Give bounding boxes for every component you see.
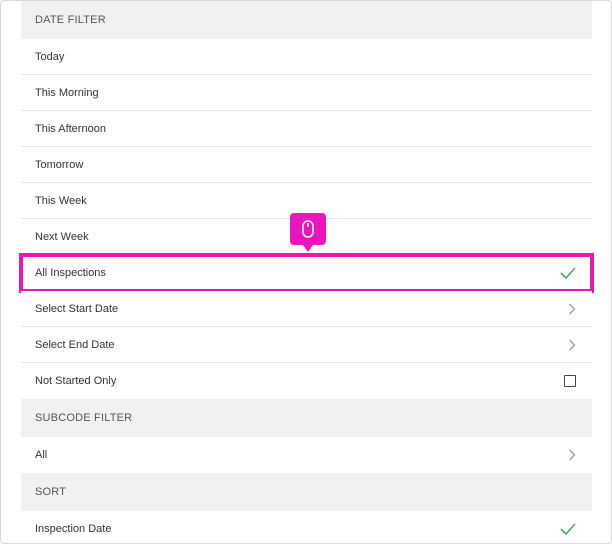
checkmark-icon [560, 266, 576, 279]
filter-list: DATE FILTER Today This Morning This Afte… [19, 1, 594, 543]
subcode-filter-header: SUBCODE FILTER [21, 399, 592, 437]
mouse-icon [290, 213, 326, 252]
option-label: Not Started Only [35, 375, 117, 387]
filter-option-today[interactable]: Today [21, 39, 592, 75]
date-filter-header: DATE FILTER [21, 1, 592, 39]
sort-header: SORT [21, 473, 592, 511]
filter-panel: DATE FILTER Today This Morning This Afte… [0, 0, 612, 544]
option-label: All Inspections [35, 266, 106, 279]
option-label: Select End Date [35, 338, 115, 351]
filter-option-not-started-only[interactable]: Not Started Only [21, 363, 592, 399]
chevron-right-icon [568, 449, 576, 461]
filter-option-this-afternoon[interactable]: This Afternoon [21, 111, 592, 147]
filter-option-all-inspections[interactable]: All Inspections [19, 253, 594, 293]
chevron-right-icon [568, 303, 576, 315]
section-title: DATE FILTER [35, 14, 106, 26]
section-title: SUBCODE FILTER [35, 412, 133, 424]
filter-option-select-end-date[interactable]: Select End Date [21, 327, 592, 363]
filter-option-tomorrow[interactable]: Tomorrow [21, 147, 592, 183]
option-label: Today [35, 50, 65, 63]
checkmark-icon [560, 523, 576, 535]
option-label: Next Week [35, 230, 89, 243]
chevron-right-icon [568, 339, 576, 351]
option-label: Tomorrow [35, 158, 84, 171]
subcode-option-all[interactable]: All [21, 437, 592, 473]
option-label: All [35, 449, 48, 461]
filter-option-this-morning[interactable]: This Morning [21, 75, 592, 111]
sort-option-inspection-date[interactable]: Inspection Date [21, 511, 592, 543]
checkbox-icon[interactable] [564, 375, 576, 387]
option-label: This Week [35, 194, 87, 207]
option-label: This Morning [35, 86, 99, 99]
option-label: Select Start Date [35, 302, 119, 315]
filter-option-select-start-date[interactable]: Select Start Date [21, 291, 592, 327]
option-label: Inspection Date [35, 523, 112, 535]
option-label: This Afternoon [35, 122, 106, 135]
section-title: SORT [35, 486, 67, 498]
